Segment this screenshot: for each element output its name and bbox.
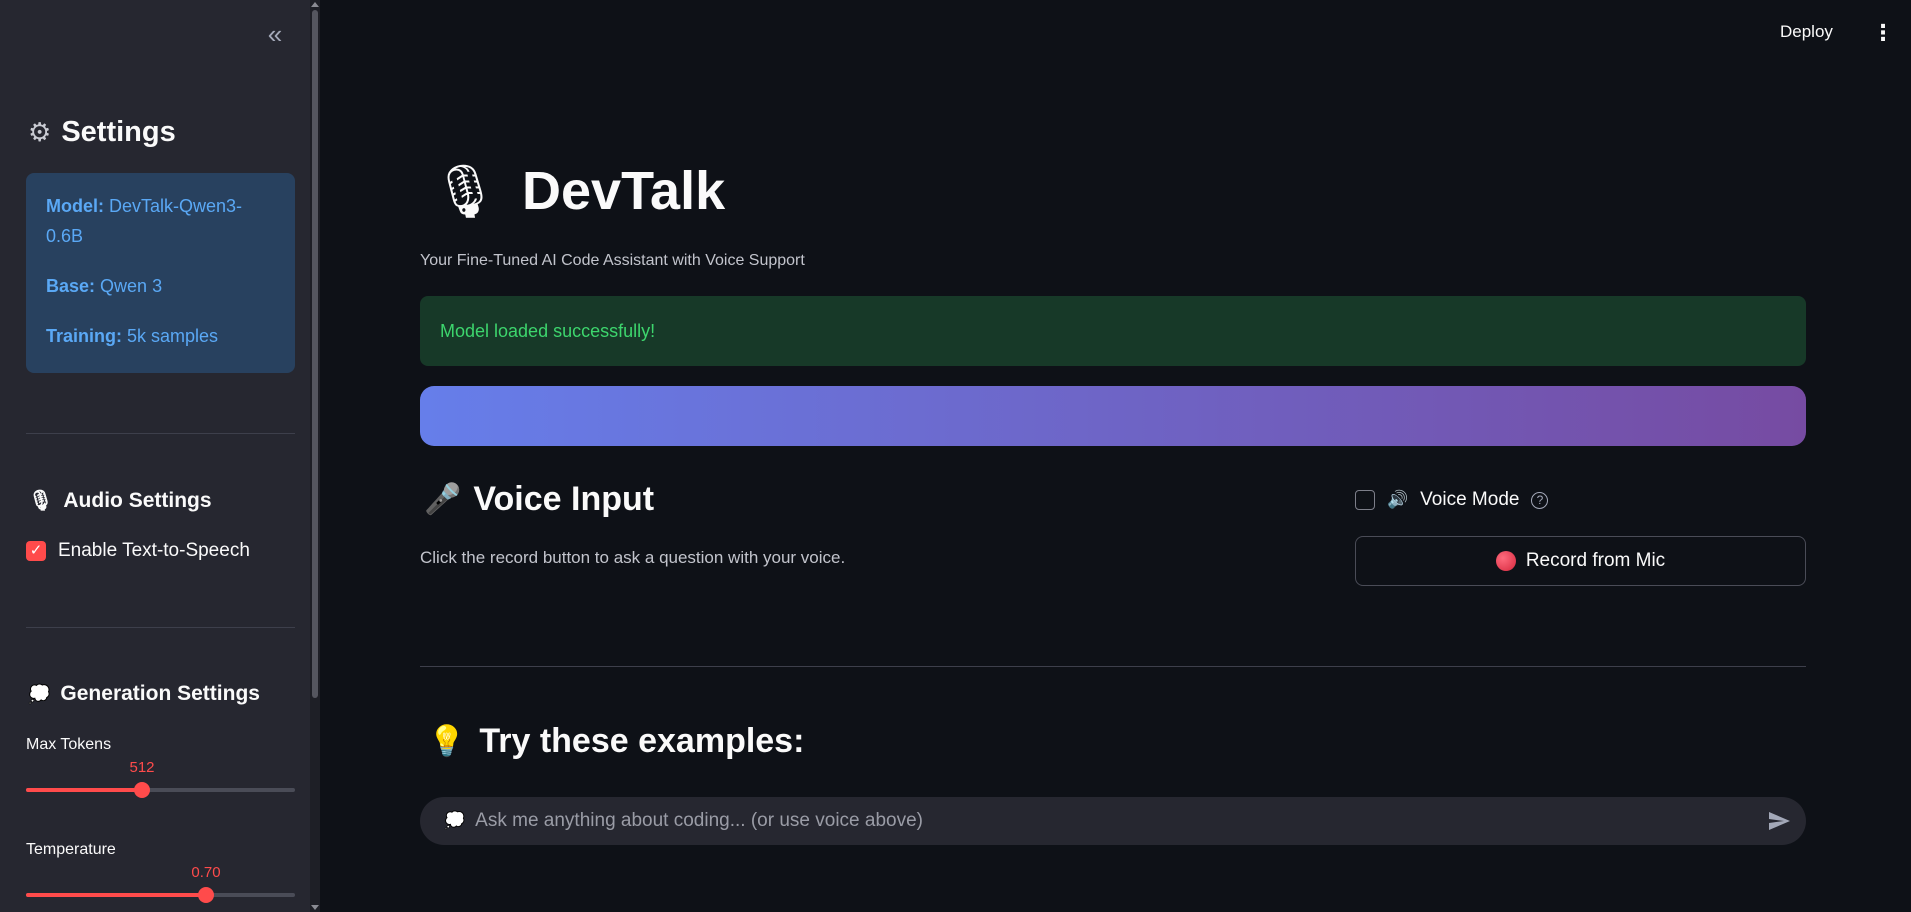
voice-input-heading: 🎤 Voice Input [424,480,654,519]
gradient-banner [420,386,1806,446]
page-subtitle: Your Fine-Tuned AI Code Assistant with V… [420,252,805,269]
generation-settings-heading: 💭 Generation Settings [28,682,260,706]
record-button-label: Record from Mic [1525,550,1666,571]
page-title: 🎙 DevTalk [432,160,725,222]
sidebar-heading: ⚙ Settings [28,116,176,149]
speech-bubble-icon: 💭 [444,811,466,830]
sidebar-divider [26,433,295,434]
generation-settings-label: Generation Settings [60,682,260,705]
main-divider [420,666,1806,667]
training-info: Training: 5k samples [46,321,275,351]
audio-settings-label: Audio Settings [63,488,212,512]
studio-microphone-icon: 🎙 [432,162,499,221]
model-label: Model: [46,196,104,216]
sidebar: « ⚙ Settings Model: DevTalk-Qwen3-0.6B B… [0,0,320,912]
gear-icon: ⚙ [28,117,52,147]
chat-input[interactable]: 💭 Ask me anything about coding... (or us… [420,797,1806,845]
microphone-icon: 🎤 [424,483,462,516]
voice-input-description: Click the record button to ask a questio… [420,548,846,567]
voice-mode-toggle[interactable]: 🔊 Voice Mode ? [1355,489,1549,511]
help-icon[interactable]: ? [1531,491,1549,509]
max-tokens-slider-fill [26,788,142,792]
deploy-button[interactable]: Deploy [1780,22,1833,42]
chat-input-placeholder: Ask me anything about coding... (or use … [475,810,923,831]
max-tokens-label: Max Tokens [26,736,112,753]
kebab-menu-icon[interactable]: ⋮ [1872,20,1894,46]
tts-checkbox-row[interactable]: ✓ Enable Text-to-Speech [26,540,250,562]
training-label: Training: [46,326,122,346]
temperature-slider-fill [26,893,206,897]
max-tokens-slider-thumb[interactable] [134,782,150,798]
scroll-down-icon[interactable] [311,905,319,910]
record-from-mic-button[interactable]: Record from Mic [1355,536,1806,586]
voice-input-heading-label: Voice Input [473,480,655,518]
voice-mode-checkbox[interactable] [1355,490,1375,510]
base-info: Base: Qwen 3 [46,271,275,301]
max-tokens-value: 512 [129,759,155,776]
sidebar-divider [26,627,295,628]
tts-label: Enable Text-to-Speech [58,540,250,561]
base-label: Base: [46,276,96,296]
max-tokens-slider[interactable] [26,782,295,798]
scroll-up-icon[interactable] [311,2,319,7]
speech-bubble-icon: 💭 [28,683,51,704]
page-title-text: DevTalk [522,161,726,221]
success-alert: Model loaded successfully! [420,296,1806,366]
audio-settings-heading: 🎙 Audio Settings [28,488,212,513]
temperature-label: Temperature [26,841,116,858]
speaker-icon: 🔊 [1387,490,1409,509]
microphone-icon: 🎙 [28,490,54,512]
tts-checkbox[interactable]: ✓ [26,541,46,561]
examples-heading-label: Try these examples: [479,722,805,760]
model-info: Model: DevTalk-Qwen3-0.6B [46,191,275,251]
temperature-slider-thumb[interactable] [198,887,214,903]
sidebar-heading-label: Settings [61,116,176,148]
voice-mode-label: Voice Mode [1420,489,1520,510]
collapse-sidebar-icon[interactable]: « [262,21,288,48]
model-info-box: Model: DevTalk-Qwen3-0.6B Base: Qwen 3 T… [26,173,295,373]
training-value: 5k samples [127,326,219,346]
base-value: Qwen 3 [100,276,163,296]
scrollbar-thumb[interactable] [312,10,318,698]
lightbulb-icon: 💡 [428,725,466,758]
temperature-slider[interactable] [26,887,295,903]
temperature-value: 0.70 [191,864,221,881]
examples-heading: 💡 Try these examples: [428,722,804,761]
send-icon[interactable] [1766,809,1792,833]
sidebar-scrollbar[interactable] [310,0,320,912]
record-dot-icon [1495,551,1516,571]
